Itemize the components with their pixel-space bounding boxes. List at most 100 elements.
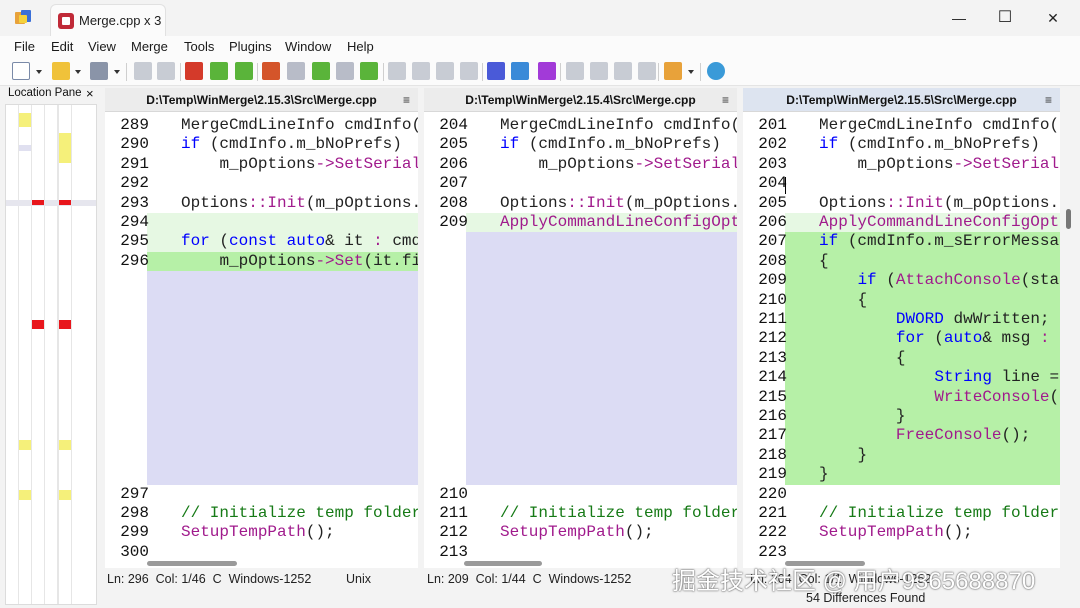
undo-icon[interactable] <box>134 62 152 80</box>
code-line[interactable]: 293 Options::Init(m_pOptions.g <box>105 194 418 213</box>
menu-tools[interactable]: Tools <box>184 39 214 54</box>
code-line[interactable]: 221 // Initialize temp folder <box>743 504 1060 523</box>
redo-icon[interactable] <box>157 62 175 80</box>
code-line[interactable] <box>105 407 418 427</box>
left-horizontal-scrollbar[interactable] <box>147 561 237 566</box>
code-line[interactable] <box>424 445 737 466</box>
code-line[interactable] <box>105 465 418 485</box>
right-diff-pane[interactable]: D:\Temp\WinMerge\2.15.5\Src\Merge.cpp ≡ … <box>743 88 1060 568</box>
vertical-scrollbar-thumb[interactable] <box>1066 209 1071 229</box>
code-line[interactable] <box>105 426 418 446</box>
code-line[interactable] <box>424 329 737 349</box>
copy-left-advance-icon[interactable] <box>460 62 478 80</box>
code-line[interactable]: 215 WriteConsole(G <box>743 387 1060 407</box>
code-line[interactable]: 211 // Initialize temp folder <box>424 504 737 523</box>
prev-page-icon[interactable] <box>590 62 608 80</box>
maximize-button[interactable]: ☐ <box>982 0 1028 36</box>
first-diff-icon[interactable] <box>262 62 280 80</box>
code-line[interactable] <box>424 348 737 369</box>
code-line[interactable]: 294 <box>105 213 418 233</box>
code-line[interactable]: 295 for (const auto& it : cmdI <box>105 232 418 252</box>
code-line[interactable] <box>105 271 418 291</box>
code-line[interactable] <box>105 329 418 349</box>
current-diff-icon[interactable] <box>287 62 305 80</box>
new-file-icon[interactable] <box>12 62 30 80</box>
code-line[interactable]: 218 } <box>743 445 1060 466</box>
code-line[interactable] <box>424 271 737 291</box>
code-line[interactable]: 216 } <box>743 407 1060 427</box>
menu-window[interactable]: Window <box>285 39 331 54</box>
code-line[interactable]: 209 if (AttachConsole(stat <box>743 271 1060 291</box>
code-line[interactable]: 201 MergeCmdLineInfo cmdInfo(G <box>743 116 1060 135</box>
prev-diff-icon[interactable] <box>235 62 253 80</box>
copy-right-icon[interactable] <box>388 62 406 80</box>
middle-horizontal-scrollbar[interactable] <box>464 561 542 566</box>
code-line[interactable]: 291 m_pOptions->SetSerial: <box>105 155 418 174</box>
merge-all-icon[interactable] <box>538 62 556 80</box>
copy-right-advance-icon[interactable] <box>436 62 454 80</box>
left-pane-header[interactable]: D:\Temp\WinMerge\2.15.3\Src\Merge.cpp ≡ <box>105 88 418 112</box>
code-line[interactable] <box>105 368 418 388</box>
right-pane-header[interactable]: D:\Temp\WinMerge\2.15.5\Src\Merge.cpp ≡ <box>743 88 1060 112</box>
copy-all-left-icon[interactable] <box>511 62 529 80</box>
chevron-down-icon[interactable] <box>75 70 81 74</box>
location-bar-left[interactable] <box>18 105 32 604</box>
next-page-icon[interactable] <box>614 62 632 80</box>
location-bar-middle[interactable] <box>44 105 58 604</box>
minimize-button[interactable]: — <box>936 0 982 36</box>
left-pane-menu-icon[interactable]: ≡ <box>403 88 410 112</box>
code-line[interactable]: 214 String line = <box>743 368 1060 388</box>
code-line[interactable]: 222 SetupTempPath(); <box>743 523 1060 542</box>
code-line[interactable]: 207 <box>424 174 737 193</box>
code-line[interactable]: 207 if (cmdInfo.m_sErrorMessag <box>743 232 1060 252</box>
code-line[interactable]: 210 { <box>743 290 1060 310</box>
code-line[interactable]: 297 <box>105 485 418 504</box>
code-line[interactable]: 289 MergeCmdLineInfo cmdInfo(G <box>105 116 418 135</box>
code-line[interactable]: 299 SetupTempPath(); <box>105 523 418 542</box>
location-pane[interactable] <box>5 104 97 605</box>
code-line[interactable]: 206 m_pOptions->SetSerial: <box>424 155 737 174</box>
code-line[interactable] <box>424 426 737 446</box>
code-line[interactable]: 212 SetupTempPath(); <box>424 523 737 542</box>
code-line[interactable] <box>105 445 418 466</box>
right-pane-menu-icon[interactable]: ≡ <box>1045 88 1052 112</box>
middle-diff-pane[interactable]: D:\Temp\WinMerge\2.15.4\Src\Merge.cpp ≡ … <box>424 88 737 568</box>
last-page-icon[interactable] <box>638 62 656 80</box>
first-page-icon[interactable] <box>566 62 584 80</box>
code-line[interactable]: 204 MergeCmdLineInfo cmdInfo(G <box>424 116 737 135</box>
left-code-area[interactable]: 289 MergeCmdLineInfo cmdInfo(G 290 if (cmdI… <box>105 116 418 561</box>
code-line[interactable]: 204 <box>743 174 1060 193</box>
refresh-icon[interactable] <box>707 62 725 80</box>
open-folder-icon[interactable] <box>52 62 70 80</box>
code-line[interactable]: 298 // Initialize temp folder <box>105 504 418 523</box>
menu-file[interactable]: File <box>14 39 35 54</box>
code-line[interactable] <box>424 387 737 407</box>
save-icon[interactable] <box>90 62 108 80</box>
code-line[interactable] <box>424 368 737 388</box>
next-conflict-icon[interactable] <box>360 62 378 80</box>
code-line[interactable] <box>105 310 418 330</box>
code-line[interactable]: 220 <box>743 485 1060 504</box>
code-line[interactable]: 223 <box>743 543 1060 562</box>
code-line[interactable]: 202 if (cmdInfo.m_bNoPrefs) <box>743 135 1060 154</box>
menu-edit[interactable]: Edit <box>51 39 73 54</box>
location-bar-right[interactable] <box>58 105 72 604</box>
menu-merge[interactable]: Merge <box>131 39 168 54</box>
code-line[interactable]: 208 { <box>743 251 1060 272</box>
code-line[interactable]: 296 m_pOptions->Set(it.fir <box>105 251 418 272</box>
code-line[interactable] <box>424 232 737 252</box>
middle-pane-menu-icon[interactable]: ≡ <box>722 88 729 112</box>
code-line[interactable]: 210 <box>424 485 737 504</box>
code-line[interactable] <box>424 465 737 485</box>
location-pane-close-icon[interactable]: × <box>86 86 94 101</box>
copy-all-right-icon[interactable] <box>487 62 505 80</box>
close-button[interactable]: ✕ <box>1030 0 1076 36</box>
code-line[interactable]: 217 FreeConsole(); <box>743 426 1060 446</box>
code-line[interactable] <box>424 407 737 427</box>
code-line[interactable] <box>105 387 418 407</box>
code-line[interactable] <box>105 290 418 310</box>
code-line[interactable]: 211 DWORD dwWritten; <box>743 310 1060 330</box>
options-icon[interactable] <box>664 62 682 80</box>
menu-plugins[interactable]: Plugins <box>229 39 272 54</box>
code-line[interactable]: 290 if (cmdInfo.m_bNoPrefs) <box>105 135 418 154</box>
